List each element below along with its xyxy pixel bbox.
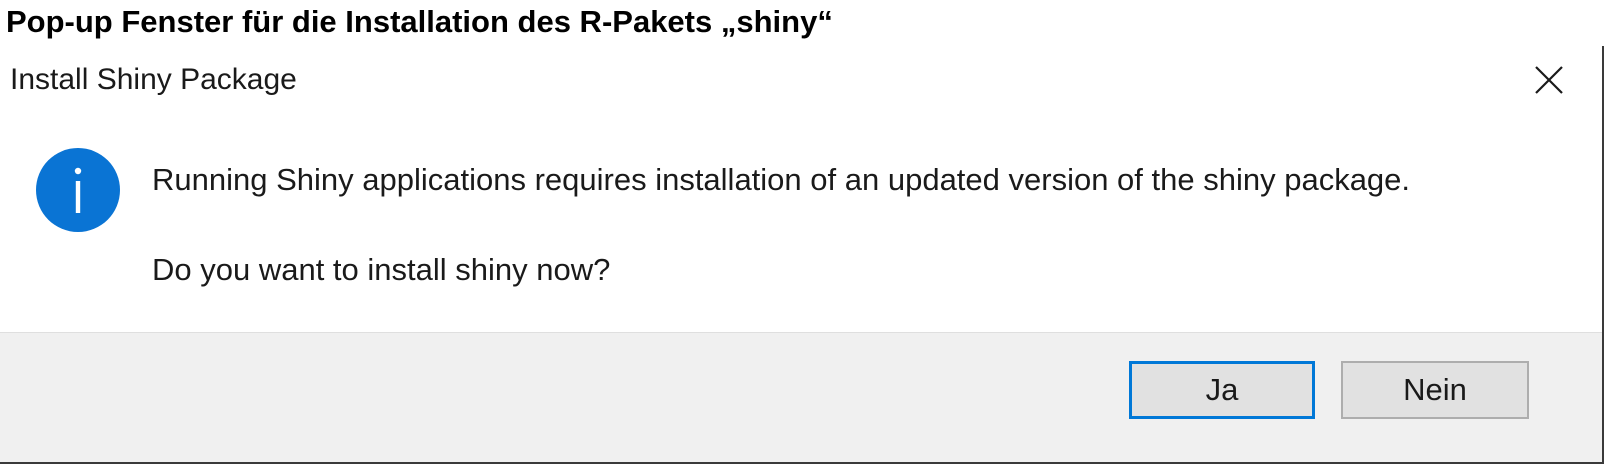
no-button[interactable]: Nein [1341, 361, 1529, 419]
info-icon [36, 148, 120, 232]
dialog-content: Running Shiny applications requires inst… [0, 114, 1602, 332]
dialog-footer: Ja Nein [0, 332, 1602, 462]
close-button[interactable] [1524, 58, 1574, 102]
yes-button[interactable]: Ja [1129, 361, 1315, 419]
figure-caption: Pop-up Fenster für die Installation des … [6, 4, 833, 39]
install-shiny-dialog: Install Shiny Package Running Shiny appl… [0, 46, 1604, 464]
dialog-title: Install Shiny Package [10, 63, 297, 96]
dialog-titlebar: Install Shiny Package [0, 46, 1602, 114]
close-icon [1535, 66, 1563, 94]
question-text: Do you want to install shiny now? [152, 252, 611, 287]
message-text: Running Shiny applications requires inst… [152, 162, 1411, 197]
